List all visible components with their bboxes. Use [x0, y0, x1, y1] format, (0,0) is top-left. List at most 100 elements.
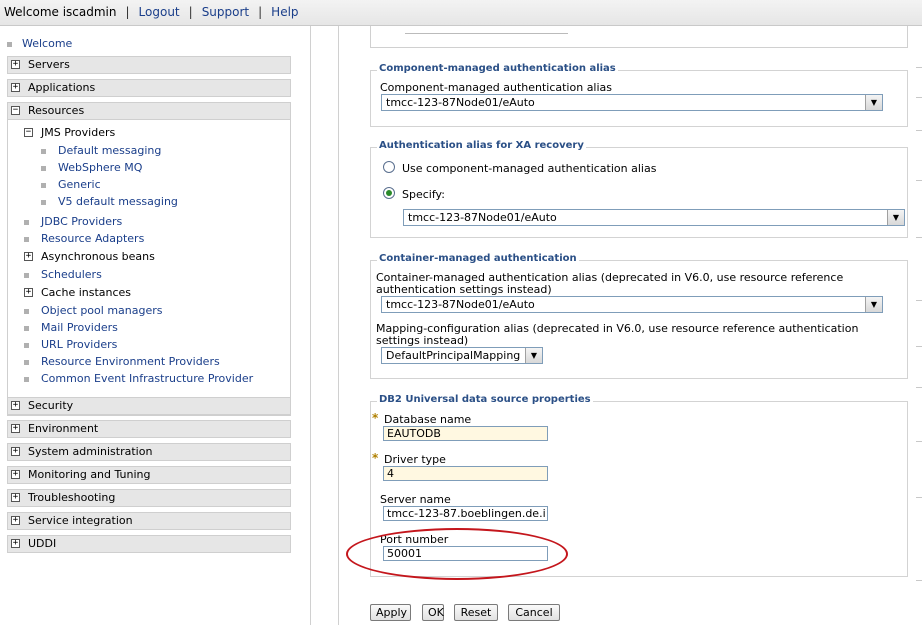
collapse-icon[interactable]: − [11, 106, 20, 115]
nav-category-monitoring-and-tuning[interactable]: + Monitoring and Tuning [7, 466, 291, 484]
nav-item-label[interactable]: Schedulers [41, 268, 102, 281]
fieldset-legend: Authentication alias for XA recovery [377, 140, 586, 151]
expand-icon[interactable]: + [24, 288, 33, 297]
chevron-down-icon[interactable]: ▼ [865, 297, 882, 312]
content-border [338, 26, 339, 625]
nav-item-schedulers[interactable]: Schedulers [24, 268, 102, 281]
expand-icon[interactable]: + [11, 401, 20, 410]
nav-item-object-pool-managers[interactable]: Object pool managers [24, 304, 163, 317]
database-name-input[interactable]: EAUTODB [383, 426, 548, 441]
support-link[interactable]: Support [202, 5, 249, 19]
bullet-icon [41, 183, 46, 188]
expand-icon[interactable]: + [11, 424, 20, 433]
divider [370, 26, 371, 47]
container-alias-select[interactable]: tmcc-123-87Node01/eAuto ▼ [381, 296, 883, 313]
divider [916, 387, 922, 388]
nav-item-jdbc-providers[interactable]: JDBC Providers [24, 215, 122, 228]
bullet-icon [7, 41, 12, 47]
bullet-icon [24, 220, 29, 225]
nav-category-environment[interactable]: + Environment [7, 420, 291, 438]
nav-item-v5-default-messaging[interactable]: V5 default messaging [41, 195, 178, 208]
nav-category-uddi[interactable]: + UDDI [7, 535, 291, 553]
nav-item-label[interactable]: URL Providers [41, 338, 117, 351]
nav-category-servers[interactable]: + Servers [7, 56, 291, 74]
use-component-alias-radio[interactable] [383, 161, 395, 173]
divider [916, 130, 922, 131]
nav-welcome-link[interactable]: Welcome [22, 37, 72, 50]
ok-button[interactable]: OK [422, 604, 444, 621]
cancel-button[interactable]: Cancel [508, 604, 560, 621]
nav-item-common-event-infrastructure-provider[interactable]: Common Event Infrastructure Provider [24, 372, 253, 385]
nav-item-label[interactable]: Common Event Infrastructure Provider [41, 372, 253, 385]
separator: | [125, 5, 130, 19]
expand-icon[interactable]: + [11, 516, 20, 525]
mapping-alias-select[interactable]: DefaultPrincipalMapping ▼ [381, 347, 543, 364]
cmaa-select[interactable]: tmcc-123-87Node01/eAuto ▼ [381, 94, 883, 111]
nav-item-label[interactable]: Resource Adapters [41, 232, 144, 245]
nav-welcome[interactable]: Welcome [7, 37, 72, 50]
expand-icon[interactable]: + [11, 60, 20, 69]
welcome-text: Welcome iscadmin [4, 5, 117, 19]
port-number-label: Port number [380, 533, 449, 546]
nav-item-mail-providers[interactable]: Mail Providers [24, 321, 118, 334]
nav-category-troubleshooting[interactable]: + Troubleshooting [7, 489, 291, 507]
nav-category-applications[interactable]: + Applications [7, 79, 291, 97]
select-value: tmcc-123-87Node01/eAuto [386, 96, 535, 109]
reset-button[interactable]: Reset [454, 604, 498, 621]
expand-icon[interactable]: + [11, 447, 20, 456]
bullet-icon [24, 343, 29, 348]
nav-item-label[interactable]: JDBC Providers [41, 215, 122, 228]
expand-icon[interactable]: + [24, 252, 33, 261]
expand-icon[interactable]: + [11, 493, 20, 502]
port-number-input[interactable]: 50001 [383, 546, 548, 561]
specify-radio[interactable] [383, 187, 395, 199]
nav-item-label[interactable]: Resource Environment Providers [41, 355, 220, 368]
nav-item-label[interactable]: Default messaging [58, 144, 161, 157]
bullet-icon [24, 377, 29, 382]
help-link[interactable]: Help [271, 5, 298, 19]
nav-item-jms-providers[interactable]: − JMS Providers [24, 126, 115, 139]
nav-item-cache-instances[interactable]: + Cache instances [24, 286, 132, 299]
expand-icon[interactable]: + [11, 83, 20, 92]
server-name-input[interactable]: tmcc-123-87.boeblingen.de.i [383, 506, 548, 521]
chevron-down-icon[interactable]: ▼ [865, 95, 882, 110]
nav-category-service-integration[interactable]: + Service integration [7, 512, 291, 530]
driver-type-input[interactable]: 4 [383, 466, 548, 481]
nav-item-default-messaging[interactable]: Default messaging [41, 144, 161, 157]
container-managed-auth-fieldset: Container-managed authentication Contain… [370, 253, 908, 379]
nav-item-asynchronous-beans[interactable]: + Asynchronous beans [24, 250, 155, 263]
expand-icon[interactable]: + [11, 539, 20, 548]
logout-link[interactable]: Logout [139, 5, 180, 19]
frame-splitter[interactable] [310, 26, 311, 625]
expand-icon[interactable]: + [11, 470, 20, 479]
mapping-alias-label: Mapping-configuration alias (deprecated … [376, 322, 859, 347]
component-managed-auth-fieldset: Component-managed authentication alias C… [370, 63, 908, 127]
chevron-down-icon[interactable]: ▼ [887, 210, 904, 225]
nav-category-label: System administration [28, 445, 153, 458]
nav-category-label: Servers [28, 58, 70, 71]
apply-button[interactable]: Apply [370, 604, 411, 621]
partial-field [405, 33, 568, 34]
driver-type-label: Driver type [384, 453, 446, 466]
chevron-down-icon[interactable]: ▼ [525, 348, 542, 363]
nav-item-resource-adapters[interactable]: Resource Adapters [24, 232, 144, 245]
nav-item-label[interactable]: Generic [58, 178, 101, 191]
nav-category-system-administration[interactable]: + System administration [7, 443, 291, 461]
nav-item-generic[interactable]: Generic [41, 178, 101, 191]
nav-category-resources[interactable]: − Resources [7, 102, 291, 120]
collapse-icon[interactable]: − [24, 128, 33, 137]
db2-properties-fieldset: DB2 Universal data source properties * D… [370, 394, 908, 577]
nav-category-label: Service integration [28, 514, 133, 527]
nav-item-label[interactable]: Object pool managers [41, 304, 163, 317]
select-value: DefaultPrincipalMapping [386, 349, 521, 362]
nav-item-resource-environment-providers[interactable]: Resource Environment Providers [24, 355, 220, 368]
nav-item-websphere-mq[interactable]: WebSphere MQ [41, 161, 142, 174]
nav-item-label[interactable]: V5 default messaging [58, 195, 178, 208]
nav-item-label[interactable]: WebSphere MQ [58, 161, 142, 174]
xa-alias-select[interactable]: tmcc-123-87Node01/eAuto ▼ [403, 209, 905, 226]
use-component-alias-label: Use component-managed authentication ali… [402, 162, 657, 175]
nav-item-url-providers[interactable]: URL Providers [24, 338, 117, 351]
nav-category-security[interactable]: + Security [7, 397, 291, 415]
nav-item-label[interactable]: Mail Providers [41, 321, 118, 334]
nav-item-label: Cache instances [41, 286, 132, 299]
